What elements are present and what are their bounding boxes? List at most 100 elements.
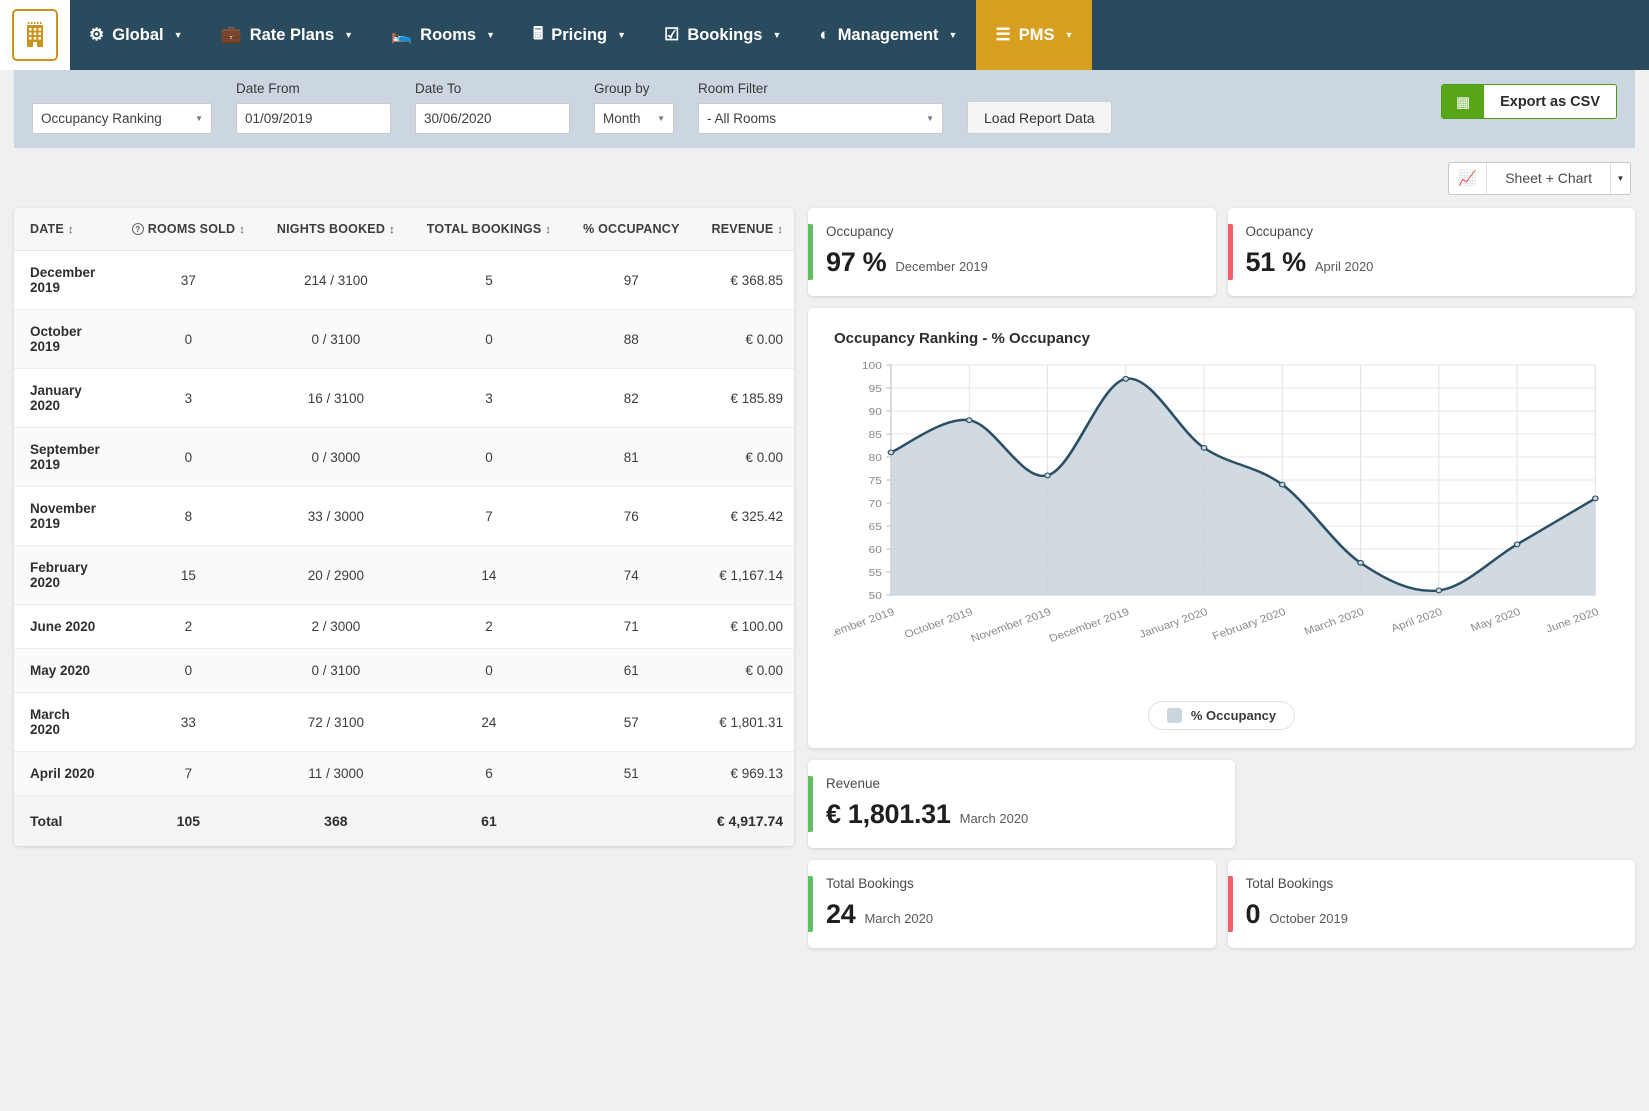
total-nights-booked: 368 — [261, 796, 411, 847]
row-date: October 2019 — [14, 310, 116, 369]
room-filter-select[interactable]: - All Rooms ▼ — [698, 103, 943, 134]
table-header-row: DATE↕ ?ROOMS SOLD↕ NIGHTS BOOKED↕ TOTAL … — [14, 208, 794, 251]
date-to-input[interactable]: 30/06/2020 — [415, 103, 570, 134]
table-footer: Total 105 368 61 € 4,917.74 — [14, 796, 794, 847]
nav-item-label: Rooms — [420, 26, 476, 45]
row-rooms-sold: 7 — [116, 752, 261, 796]
chevron-down-icon[interactable]: ▼ — [1610, 163, 1630, 194]
table-body: December 201937214 / 3100597€ 368.85Octo… — [14, 251, 794, 796]
table-row[interactable]: November 2019833 / 3000776€ 325.42 — [14, 487, 794, 546]
accent-bar — [1228, 876, 1233, 932]
date-from-value: 01/09/2019 — [245, 111, 313, 126]
kpi-label: Occupancy — [826, 224, 1196, 239]
row-occupancy: 97 — [567, 251, 695, 310]
svg-text:June 2020: June 2020 — [1544, 606, 1601, 635]
table-row[interactable]: October 201900 / 3100088€ 0.00 — [14, 310, 794, 369]
table-row[interactable]: May 202000 / 3100061€ 0.00 — [14, 649, 794, 693]
row-revenue: € 368.85 — [696, 251, 794, 310]
chevron-down-icon: ▼ — [772, 30, 781, 40]
kpi-card-occupancy-highest[interactable]: Occupancy 97 % December 2019 — [808, 208, 1216, 296]
hotel-building-icon — [12, 9, 58, 61]
nav-item-rooms[interactable]: 🛌 Rooms ▼ — [372, 0, 514, 70]
svg-text:55: 55 — [869, 568, 882, 579]
kpi-card-occupancy-lowest[interactable]: Occupancy 51 % April 2020 — [1228, 208, 1636, 296]
accent-bar — [808, 776, 813, 832]
column-header-rooms-sold[interactable]: ?ROOMS SOLD↕ — [116, 208, 261, 251]
row-total-bookings: 6 — [411, 752, 567, 796]
row-rooms-sold: 37 — [116, 251, 261, 310]
help-icon[interactable]: ? — [132, 223, 144, 235]
legend-label: % Occupancy — [1191, 708, 1276, 723]
nav-item-management[interactable]: ◐ Management ▼ — [800, 0, 976, 70]
date-to-label: Date To — [415, 81, 570, 97]
row-nights-booked: 2 / 3000 — [261, 605, 411, 649]
svg-text:April 2020: April 2020 — [1390, 606, 1445, 634]
svg-text:October 2019: October 2019 — [903, 606, 975, 640]
load-report-data-button[interactable]: Load Report Data — [967, 101, 1112, 134]
date-from-input[interactable]: 01/09/2019 — [236, 103, 391, 134]
kpi-label: Total Bookings — [1246, 876, 1616, 891]
kpi-period: March 2020 — [960, 811, 1029, 826]
kpi-value: 51 % — [1246, 247, 1306, 278]
column-label: TOTAL BOOKINGS — [427, 222, 542, 236]
chart-canvas-wrapper[interactable]: 50556065707580859095100September 2019Oct… — [834, 357, 1609, 687]
row-total-bookings: 0 — [411, 310, 567, 369]
column-header-nights-booked[interactable]: NIGHTS BOOKED↕ — [261, 208, 411, 251]
nav-item-global[interactable]: ⚙ Global ▼ — [70, 0, 202, 70]
svg-text:November 2019: November 2019 — [969, 606, 1053, 644]
column-label: % OCCUPANCY — [583, 222, 679, 236]
table-row[interactable]: December 201937214 / 3100597€ 368.85 — [14, 251, 794, 310]
row-rooms-sold: 8 — [116, 487, 261, 546]
table-row[interactable]: April 2020711 / 3000651€ 969.13 — [14, 752, 794, 796]
nav-item-rate-plans[interactable]: 💼 Rate Plans ▼ — [202, 0, 372, 70]
accent-bar — [1228, 224, 1233, 280]
table-row[interactable]: January 2020316 / 3100382€ 185.89 — [14, 369, 794, 428]
kpi-card-bookings-lowest[interactable]: Total Bookings 0 October 2019 — [1228, 860, 1636, 948]
svg-text:March 2020: March 2020 — [1303, 606, 1366, 637]
row-rooms-sold: 0 — [116, 428, 261, 487]
nav-items-container: ⚙ Global ▼ 💼 Rate Plans ▼ 🛌 Rooms ▼ 🖩 Pr… — [70, 0, 1649, 70]
row-rooms-sold: 15 — [116, 546, 261, 605]
row-nights-booked: 11 / 3000 — [261, 752, 411, 796]
nav-item-pms[interactable]: ☰ PMS ▼ — [976, 0, 1092, 70]
report-type-value: Occupancy Ranking — [41, 111, 162, 126]
sort-arrows-icon: ↕ — [777, 224, 783, 236]
kpi-period: April 2020 — [1315, 259, 1374, 274]
kpi-period: October 2019 — [1269, 911, 1348, 926]
table-row[interactable]: February 20201520 / 29001474€ 1,167.14 — [14, 546, 794, 605]
table-row[interactable]: June 202022 / 3000271€ 100.00 — [14, 605, 794, 649]
table-row[interactable]: September 201900 / 3000081€ 0.00 — [14, 428, 794, 487]
column-header-revenue[interactable]: REVENUE↕ — [696, 208, 794, 251]
occupancy-area-chart[interactable]: 50556065707580859095100September 2019Oct… — [834, 357, 1609, 687]
kpi-card-revenue-highest[interactable]: Revenue € 1,801.31 March 2020 — [808, 760, 1235, 848]
row-occupancy: 74 — [567, 546, 695, 605]
column-header-total-bookings[interactable]: TOTAL BOOKINGS↕ — [411, 208, 567, 251]
column-header-occupancy[interactable]: % OCCUPANCY — [567, 208, 695, 251]
row-rooms-sold: 33 — [116, 693, 261, 752]
chevron-down-icon: ▼ — [344, 30, 353, 40]
table-row[interactable]: March 20203372 / 31002457€ 1,801.31 — [14, 693, 794, 752]
column-label: DATE — [30, 222, 64, 236]
svg-text:95: 95 — [869, 384, 882, 395]
chevron-down-icon: ▼ — [617, 30, 626, 40]
bed-icon: 🛌 — [391, 25, 412, 45]
room-filter-label: Room Filter — [698, 81, 943, 97]
row-nights-booked: 0 / 3100 — [261, 310, 411, 369]
brand-logo[interactable] — [0, 0, 70, 70]
report-type-select[interactable]: Occupancy Ranking ▼ — [32, 103, 212, 134]
row-occupancy: 71 — [567, 605, 695, 649]
group-by-select[interactable]: Month ▼ — [594, 103, 674, 134]
nav-item-pricing[interactable]: 🖩 Pricing ▼ — [514, 0, 645, 70]
svg-text:May 2020: May 2020 — [1469, 606, 1522, 634]
chevron-down-icon: ▼ — [174, 30, 183, 40]
column-header-date[interactable]: DATE↕ — [14, 208, 116, 251]
row-revenue: € 185.89 — [696, 369, 794, 428]
row-total-bookings: 3 — [411, 369, 567, 428]
legend-item-occupancy[interactable]: % Occupancy — [1148, 701, 1295, 730]
view-mode-select[interactable]: 📈 Sheet + Chart ▼ — [1448, 162, 1631, 195]
kpi-card-bookings-highest[interactable]: Total Bookings 24 March 2020 — [808, 860, 1216, 948]
report-table-panel: DATE↕ ?ROOMS SOLD↕ NIGHTS BOOKED↕ TOTAL … — [14, 208, 794, 948]
sort-arrows-icon: ↕ — [239, 224, 245, 236]
export-as-csv-button[interactable]: ▦ Export as CSV — [1441, 84, 1617, 119]
nav-item-bookings[interactable]: ☑ Bookings ▼ — [645, 0, 800, 70]
